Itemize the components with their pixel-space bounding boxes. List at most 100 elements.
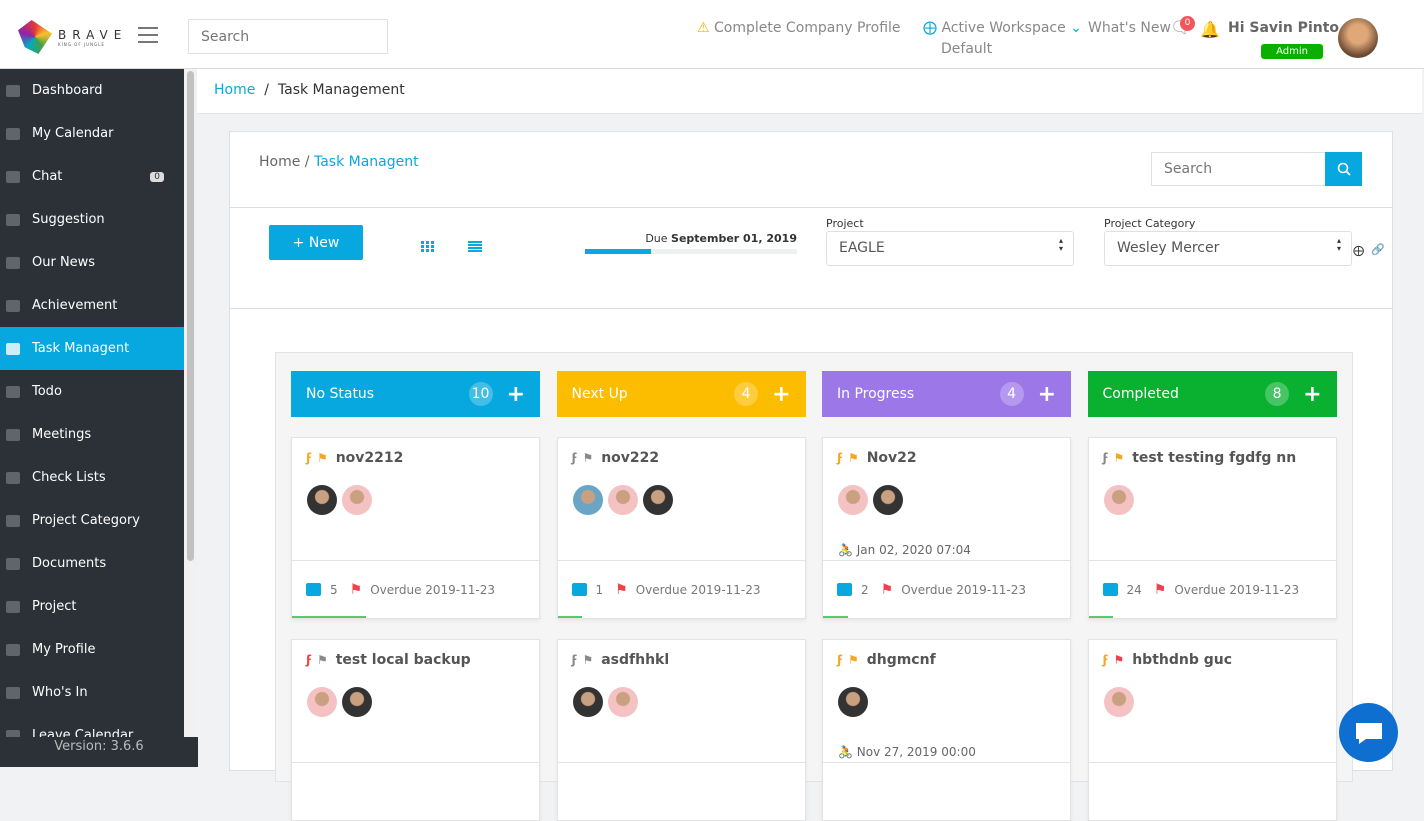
project-progress-bar — [585, 249, 797, 254]
column-header: No Status 10 + — [291, 371, 540, 417]
sidebar-item-check-lists[interactable]: Check Lists — [0, 456, 184, 499]
task-card[interactable]: ϝ ⚑ Nov22 🚴 Jan 02, 2020 07:04 2 ⚑ Overdue 201… — [822, 437, 1071, 619]
sidebar-item-label: Meetings — [32, 427, 92, 442]
task-card[interactable]: ϝ ⚑ hbthdnb guc — [1087, 639, 1337, 821]
task-date: 🚴 Nov 27, 2019 00:00 — [838, 745, 976, 759]
assignee-avatar[interactable] — [342, 485, 372, 515]
assignee-avatar[interactable] — [307, 687, 337, 717]
category-select[interactable]: Wesley Mercer — [1104, 231, 1352, 266]
assignee-avatar[interactable] — [838, 485, 868, 515]
bell-icon[interactable]: 🔔 — [1200, 20, 1220, 39]
whats-new-link[interactable]: What's New — [1088, 20, 1171, 36]
project-label: Project — [826, 217, 864, 230]
overdue-label: Overdue 2019-11-23 — [1174, 582, 1300, 597]
card-progress-bar — [557, 616, 583, 618]
assignee-avatar[interactable] — [873, 485, 903, 515]
assignee-avatar[interactable] — [307, 485, 337, 515]
add-card-icon[interactable]: + — [772, 382, 790, 407]
list-view-icon[interactable] — [468, 241, 482, 252]
task-title[interactable]: asdfhhkl — [601, 652, 669, 668]
sidebar-item-task-managent[interactable]: Task Managent — [0, 327, 184, 370]
search-button[interactable] — [1325, 152, 1362, 186]
sidebar-item-project-category[interactable]: Project Category — [0, 499, 184, 542]
sidebar-item-our-news[interactable]: Our News — [0, 241, 184, 284]
comment-icon[interactable] — [571, 583, 587, 596]
column-in-progress: In Progress 4 + ϝ ⚑ Nov22 🚴 Jan 02, 2020 07:04… — [822, 371, 1071, 821]
panel-crumb-home[interactable]: Home / — [259, 154, 310, 170]
task-title[interactable]: dhgmcnf — [867, 652, 936, 668]
comment-count: 24 — [1126, 582, 1142, 597]
assignee-avatar[interactable] — [1103, 687, 1134, 717]
sidebar-item-my-calendar[interactable]: My Calendar — [0, 112, 184, 155]
task-card[interactable]: ϝ ⚑ asdfhhkl — [556, 639, 806, 821]
task-card[interactable]: ϝ ⚑ dhgmcnf 🚴 Nov 27, 2019 00:00 — [822, 639, 1071, 821]
sidebar-item-suggestion[interactable]: Suggestion — [0, 198, 184, 241]
sidebar-item-meetings[interactable]: Meetings — [0, 413, 184, 456]
priority-bolt-icon: ϝ — [571, 451, 578, 465]
task-title[interactable]: test testing fgdfg nn — [1132, 450, 1296, 466]
task-title[interactable]: Nov22 — [867, 450, 917, 466]
assignee-avatar[interactable] — [342, 687, 372, 717]
user-avatar[interactable] — [1338, 18, 1378, 58]
sidebar-scrollbar[interactable] — [184, 69, 197, 767]
link-icon[interactable]: 🔗 — [1371, 243, 1385, 256]
sidebar-item-chat[interactable]: Chat 0 — [0, 155, 184, 198]
assignee-avatar[interactable] — [642, 485, 673, 515]
add-category-icon[interactable]: ⨁ — [1353, 244, 1364, 257]
comment-icon[interactable] — [1102, 583, 1118, 596]
sidebar-icon — [6, 342, 20, 355]
task-title[interactable]: hbthdnb guc — [1132, 652, 1232, 668]
new-task-button[interactable]: + New — [269, 225, 363, 260]
sidebar-item-my-profile[interactable]: My Profile — [0, 628, 184, 671]
task-card[interactable]: ϝ ⚑ nov2212 5 ⚑ Overdue 2019-11-23 — [291, 437, 540, 619]
sidebar-icon — [6, 385, 20, 398]
assignee-avatar[interactable] — [572, 687, 603, 717]
task-search-input[interactable] — [1151, 152, 1326, 186]
flag-icon: ⚑ — [316, 653, 328, 667]
sidebar-item-todo[interactable]: Todo — [0, 370, 184, 413]
add-card-icon[interactable]: + — [507, 382, 525, 407]
task-card[interactable]: ϝ ⚑ test local backup — [291, 639, 540, 821]
comment-icon[interactable] — [837, 583, 852, 596]
task-title[interactable]: test local backup — [336, 652, 471, 668]
project-select[interactable]: EAGLE — [826, 231, 1074, 266]
sidebar-item-label: Who's In — [32, 685, 88, 700]
priority-bolt-icon: ϝ — [1102, 451, 1109, 465]
menu-toggle-icon[interactable] — [138, 27, 158, 43]
breadcrumb-separator: / — [264, 82, 269, 98]
task-title[interactable]: nov2212 — [336, 450, 404, 466]
assignee-avatar[interactable] — [838, 687, 868, 717]
flag-icon: ⚑ — [582, 653, 594, 667]
assignee-avatar[interactable] — [1103, 485, 1134, 515]
complete-profile-link[interactable]: ⚠ Complete Company Profile — [697, 20, 901, 36]
brand-logo[interactable]: BRAVE KING OF JUNGLE — [18, 20, 127, 54]
column-count: 10 — [468, 382, 493, 406]
workspace-selector[interactable]: ⨁ Active Workspace ⌄ — [923, 20, 1082, 36]
chat-bubble-icon — [1355, 722, 1382, 744]
sidebar-item-achievement[interactable]: Achievement — [0, 284, 184, 327]
sidebar-item-who-s-in[interactable]: Who's In — [0, 671, 184, 714]
live-chat-button[interactable] — [1339, 703, 1398, 762]
grid-view-icon[interactable] — [421, 241, 434, 252]
assignee-avatar[interactable] — [607, 687, 638, 717]
assignee-avatar[interactable] — [572, 485, 603, 515]
add-card-icon[interactable]: + — [1038, 382, 1056, 407]
comment-count: 5 — [330, 582, 338, 597]
task-card[interactable]: ϝ ⚑ test testing fgdfg nn 24 ⚑ Overdue 2019-1… — [1087, 437, 1337, 619]
sidebar-item-dashboard[interactable]: Dashboard — [0, 69, 184, 112]
sidebar-icon — [6, 127, 20, 140]
breadcrumb-home[interactable]: Home — [214, 82, 255, 98]
top-search-input[interactable] — [188, 19, 388, 54]
task-card[interactable]: ϝ ⚑ nov222 1 ⚑ Overdue 2019-11-23 — [556, 437, 806, 619]
sidebar-icon — [6, 299, 20, 312]
assignee-avatar[interactable] — [607, 485, 638, 515]
user-greeting[interactable]: Hi Savin Pinto — [1228, 20, 1339, 36]
sidebar-item-project[interactable]: Project — [0, 585, 184, 628]
comment-icon[interactable] — [306, 583, 321, 596]
role-badge: Admin — [1261, 44, 1323, 59]
sidebar-icon — [6, 643, 20, 656]
column-count: 4 — [999, 382, 1024, 406]
task-title[interactable]: nov222 — [601, 450, 659, 466]
sidebar-item-documents[interactable]: Documents — [0, 542, 184, 585]
add-card-icon[interactable]: + — [1303, 382, 1321, 407]
